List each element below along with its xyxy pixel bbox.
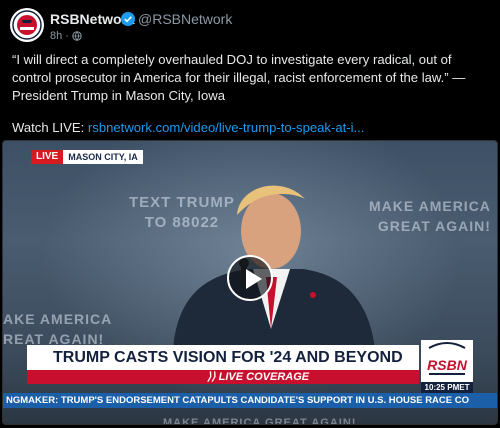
meta-separator: ·	[65, 30, 69, 42]
rsbn-logo-text: RSBN	[427, 357, 468, 373]
backdrop-maga-bottom: MAKE AMERICA GREAT AGAIN!	[163, 417, 357, 425]
post-body-text: “I will direct a completely overhauled D…	[12, 52, 466, 103]
play-icon	[246, 269, 262, 289]
lower-third-headline: TRUMP CASTS VISION FOR '24 AND BEYOND	[27, 345, 419, 370]
coverage-arrows: ⟩⟩	[207, 371, 219, 383]
live-coverage-bar: ⟩⟩ LIVE COVERAGE	[27, 370, 419, 384]
author-avatar[interactable]	[10, 8, 44, 42]
live-tag: LIVE	[31, 150, 64, 164]
backdrop-maga-left: AKE AMERICA REAT AGAIN!	[3, 311, 113, 347]
tweet-card[interactable]: RSBNetwork @RSBNetwork 8h · “I will dire…	[0, 0, 500, 428]
backdrop-maga-right: MAKE AMERICA GREAT AGAIN!	[369, 198, 491, 234]
post-meta: 8h ·	[50, 30, 82, 42]
watch-live-line: Watch LIVE: rsbnetwork.com/video/live-tr…	[12, 120, 364, 135]
post-time[interactable]: 8h	[50, 30, 62, 42]
watch-live-prefix: Watch LIVE:	[12, 120, 88, 135]
rsbn-logo-icon: RSBN	[427, 342, 468, 375]
rsbn-logo-box: RSBN	[421, 340, 473, 384]
broadcast-clock: 10:25 PMET	[421, 382, 473, 393]
location-tag: MASON CITY, IA	[63, 150, 143, 164]
verified-badge-icon	[121, 12, 135, 26]
watch-live-link[interactable]: rsbnetwork.com/video/live-trump-to-speak…	[88, 120, 365, 135]
rsbn-logo-icon	[11, 9, 43, 41]
live-coverage-label: LIVE COVERAGE	[218, 371, 310, 383]
video-player[interactable]: TEXT TRUMP TO 88022 MAKE AMERICA GREAT A…	[2, 140, 498, 425]
live-bug: LIVE MASON CITY, IA	[31, 150, 143, 164]
globe-icon	[72, 31, 82, 41]
author-handle[interactable]: @RSBNetwork	[138, 11, 232, 27]
news-ticker: NGMAKER: TRUMP'S ENDORSEMENT CATAPULTS C…	[3, 393, 497, 408]
speaker-figure	[173, 185, 375, 349]
play-button[interactable]	[227, 255, 273, 301]
